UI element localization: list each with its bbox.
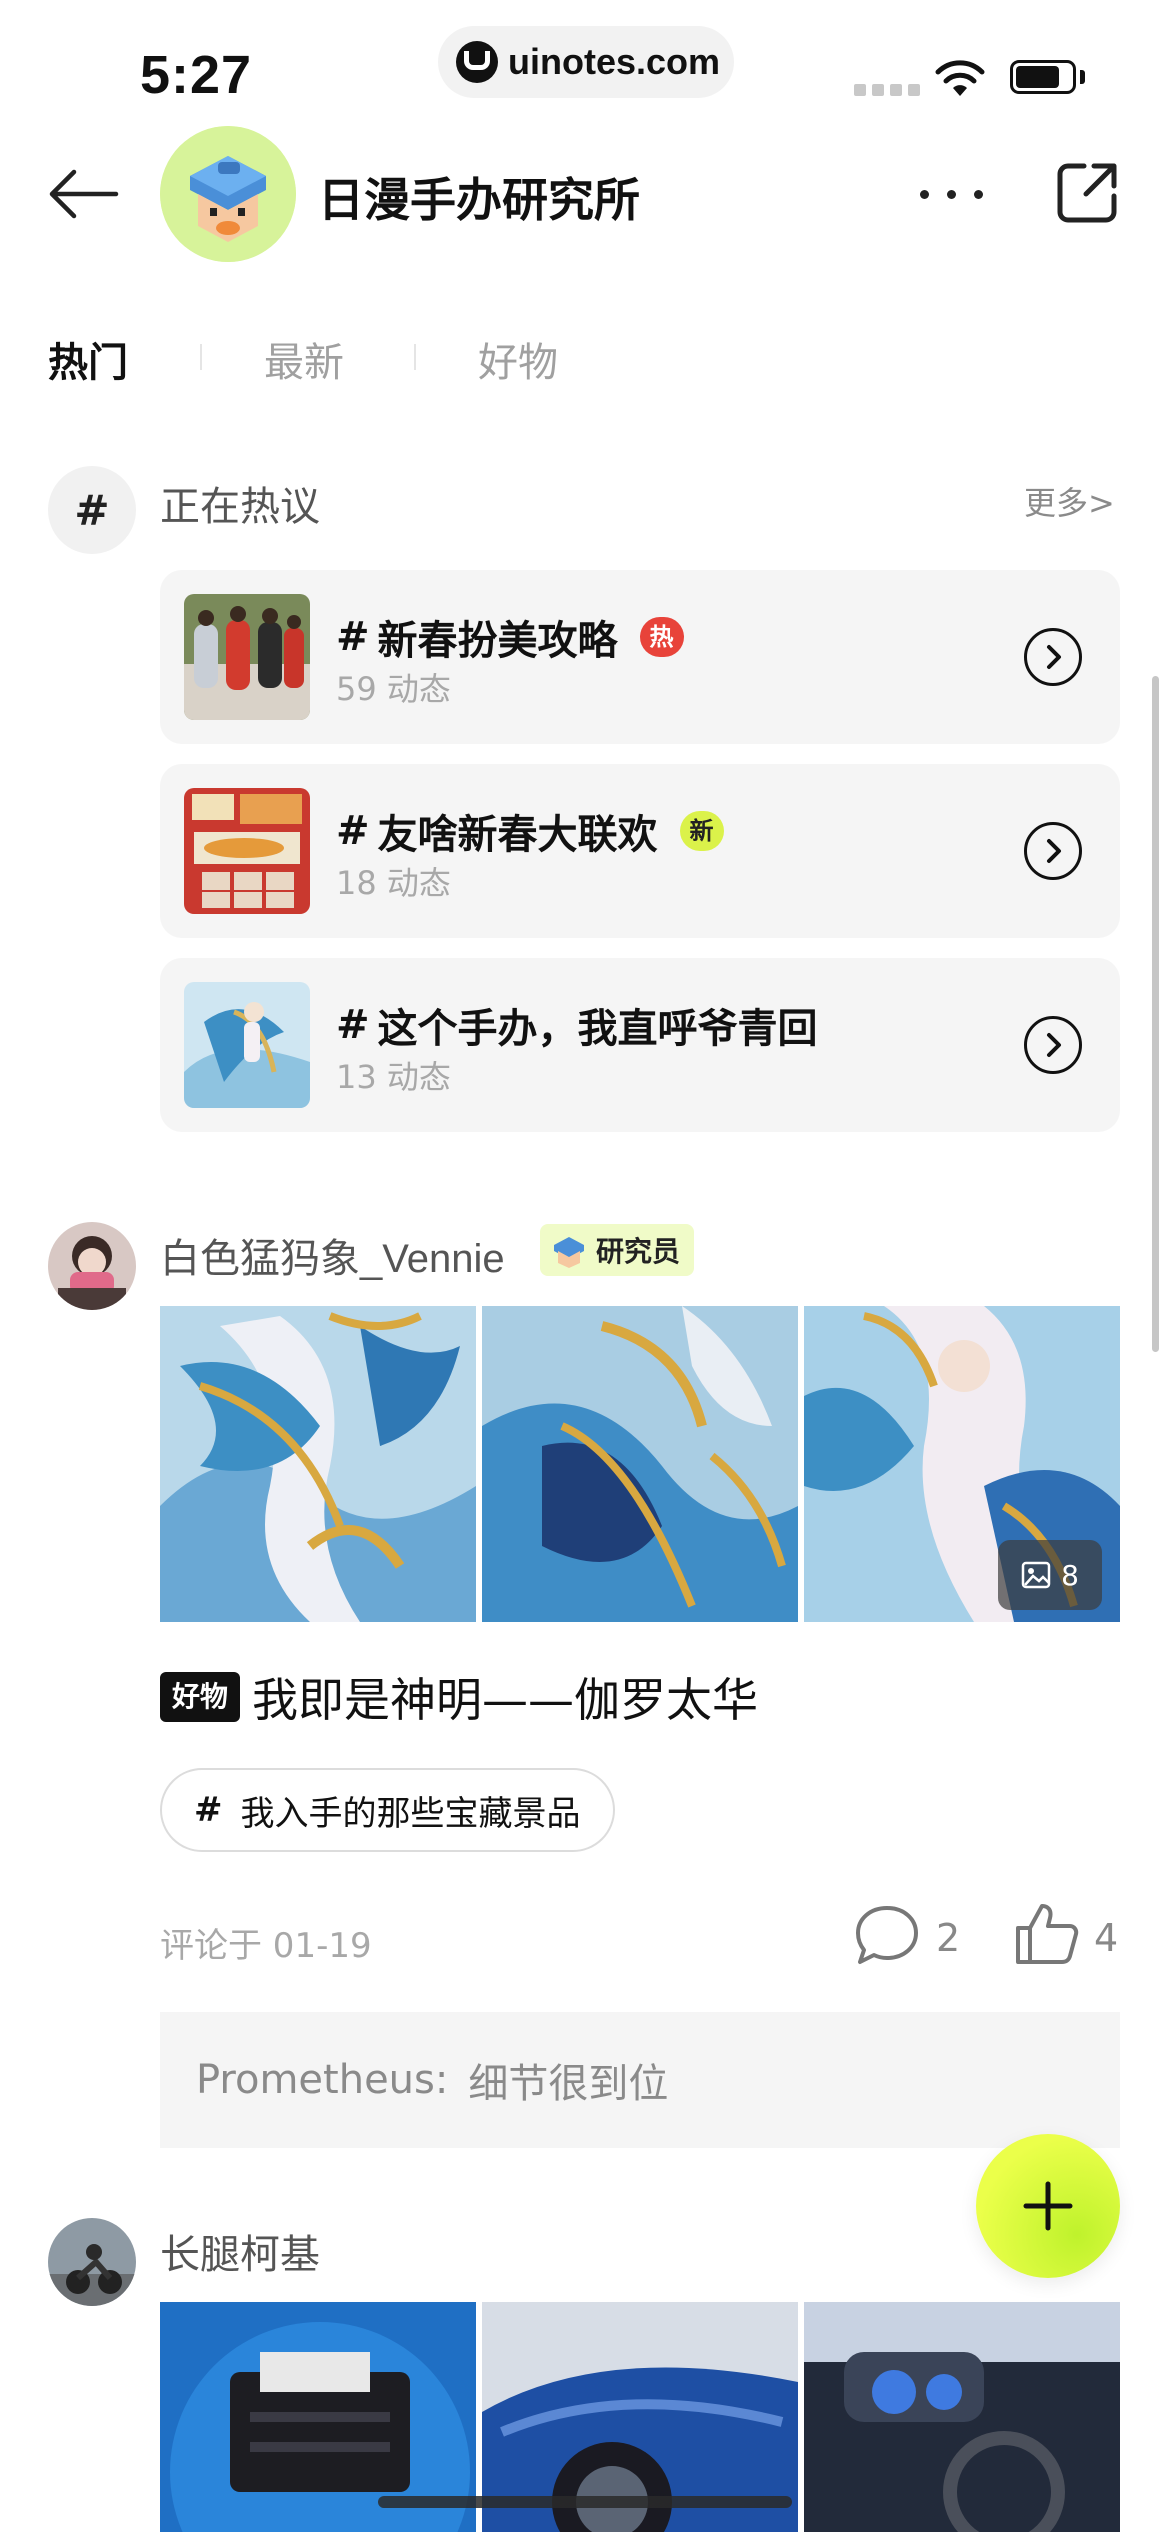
more-options-icon[interactable] [920,190,983,199]
topic-title: # 新春扮美攻略 热 [336,608,684,666]
status-time: 5:27 [140,45,253,105]
goods-tag: 好物 [160,1672,241,1722]
author-name[interactable]: 白色猛犸象_Vennie [160,1226,505,1284]
like-count: 4 [1094,1916,1119,1960]
tab-goods[interactable]: 好物 [478,330,558,388]
topic-card[interactable]: # 友啥新春大联欢 新 18 动态 [160,764,1120,938]
comment-icon[interactable] [852,1900,922,1970]
plus-icon [1023,2181,1073,2231]
topic-thumbnail [184,982,310,1108]
share-icon[interactable] [1056,160,1120,224]
topic-card[interactable]: # 这个手办，我直呼爷青回 13 动态 [160,958,1120,1132]
mascot-icon [160,126,296,262]
back-arrow-icon[interactable] [48,168,120,220]
new-badge: 新 [679,811,724,851]
scrollbar[interactable] [1152,676,1159,1352]
more-link[interactable]: 更多> [1024,478,1115,524]
url-pill: uinotes.com [438,26,734,98]
author-name[interactable]: 长腿柯基 [160,2222,320,2280]
home-indicator[interactable] [378,2496,792,2508]
topic-title: # 友啥新春大联欢 新 [336,802,724,860]
hashtag-icon: # [48,466,136,554]
topic-card[interactable]: # 新春扮美攻略 热 59 动态 [160,570,1120,744]
url-text: uinotes.com [508,41,721,82]
chevron-right-icon[interactable] [1024,1016,1082,1074]
image-icon [1021,1561,1051,1589]
post-image[interactable] [160,1306,476,1622]
topic-title: # 这个手办，我直呼爷青回 [336,1002,818,1052]
tab-latest[interactable]: 最新 [264,330,344,388]
create-post-button[interactable] [976,2134,1120,2278]
topic-thumbnail [184,594,310,720]
site-logo-icon [456,41,498,83]
cellular-signal-icon [854,84,920,96]
topic-count: 59 动态 [336,670,451,708]
reply-preview[interactable]: Prometheus: 细节很到位 [160,2012,1120,2148]
page-title: 日漫手办研究所 [318,173,640,227]
reply-text: 细节很到位 [468,2061,669,2107]
battery-icon [1010,60,1076,94]
avatar[interactable] [48,2218,136,2306]
researcher-icon [554,1237,584,1268]
like-icon[interactable] [1012,1898,1082,1968]
hot-badge: 热 [639,617,684,657]
role-badge: 研究员 [540,1224,695,1276]
comment-count: 2 [936,1916,961,1960]
chevron-right-icon[interactable] [1024,628,1082,686]
tab-divider [200,344,202,370]
topic-thumbnail [184,788,310,914]
topic-chip[interactable]: # 我入手的那些宝藏景品 [160,1768,615,1852]
wifi-icon [935,60,985,96]
avatar[interactable] [48,1222,136,1310]
image-count-badge: 8 [998,1540,1102,1610]
comment-time: 评论于 01-19 [160,1926,372,1966]
trending-label: 正在热议 [160,484,320,530]
battery-tip [1080,70,1085,84]
topic-count: 13 动态 [336,1058,451,1096]
topic-count: 18 动态 [336,864,451,902]
group-avatar[interactable] [160,126,296,262]
chevron-right-icon[interactable] [1024,822,1082,880]
tab-hot[interactable]: 热门 [48,330,128,388]
reply-author: Prometheus: [196,2057,449,2103]
post-image[interactable] [482,1306,798,1622]
post-image[interactable] [804,2302,1120,2532]
tab-divider [414,344,416,370]
post-title[interactable]: 好物 我即是神明——伽罗太华 [160,1664,758,1730]
